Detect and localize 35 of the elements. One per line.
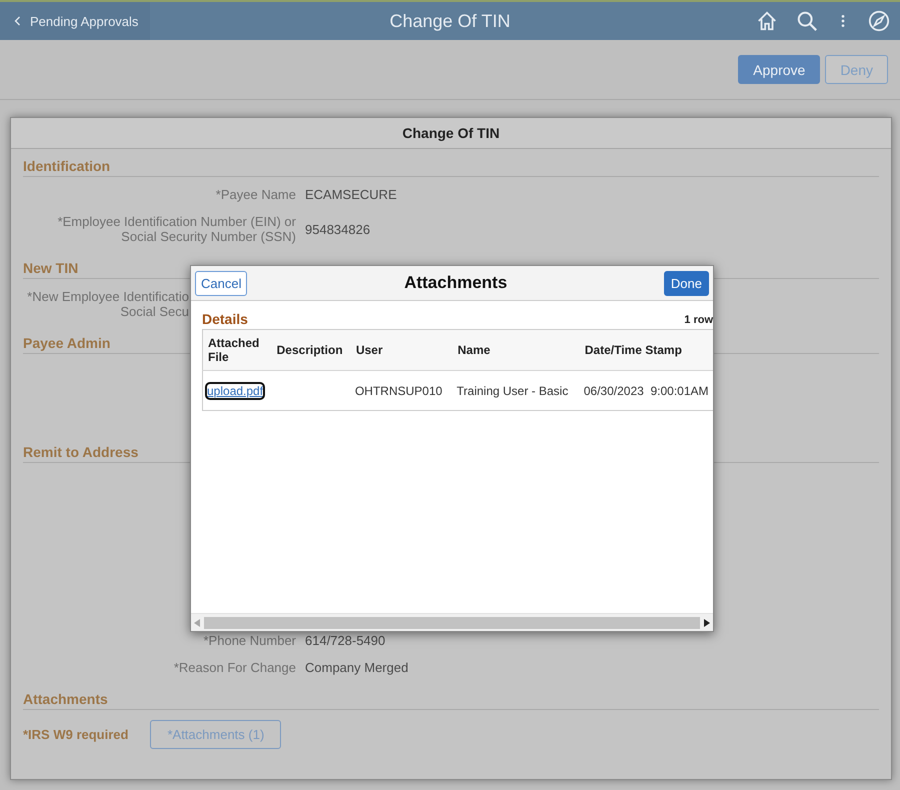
field-label: *Payee Name — [214, 187, 296, 202]
field-value: ECAMSECURE — [305, 187, 398, 202]
section-heading: Identification — [23, 158, 879, 177]
column-header: Attached File — [202, 330, 272, 370]
home-icon[interactable] — [756, 10, 778, 32]
search-icon[interactable] — [796, 10, 818, 32]
scroll-right-icon[interactable] — [704, 618, 710, 626]
column-header: Name — [452, 330, 580, 370]
file-link[interactable]: upload.pdf — [207, 384, 264, 398]
table-cell: 06/30/2023 9:00:01AM — [580, 370, 713, 410]
page-title: Change Of TIN — [390, 10, 510, 30]
field-label: *Phone Number — [202, 633, 296, 648]
field-label: *Employee Identification Number (EIN) or Social Security Number (SSN) — [56, 214, 296, 244]
row-count: 1 row — [684, 314, 713, 327]
horizontal-scrollbar[interactable] — [191, 613, 713, 631]
table-cell: OHTRNSUP010 — [350, 370, 453, 410]
compass-icon[interactable] — [868, 10, 890, 32]
back-button[interactable]: Pending Approvals — [0, 2, 150, 40]
section-heading: Details — [202, 311, 248, 327]
field-label: *Reason For Change — [172, 660, 296, 675]
column-header: Date/Time Stamp — [580, 330, 713, 370]
field-label: *New Employee Identificatio Social Secu — [26, 289, 189, 319]
field-value: Company Merged — [305, 660, 410, 675]
field-value: 954834826 — [305, 222, 372, 236]
done-button[interactable]: Done — [664, 270, 709, 296]
field-value: 614/728-5490 — [305, 633, 386, 648]
table-cell: Training User - Basic — [452, 370, 580, 410]
required-note: *IRS W9 required — [23, 727, 128, 742]
column-header: User — [350, 330, 453, 370]
dialog-title: Change Of TIN — [402, 125, 500, 141]
section-heading: Attachments — [23, 691, 879, 710]
approve-button[interactable]: Approve — [738, 55, 820, 84]
scroll-left-icon[interactable] — [194, 618, 200, 626]
cancel-button[interactable]: Cancel — [195, 270, 248, 296]
column-header: Description — [272, 330, 351, 370]
